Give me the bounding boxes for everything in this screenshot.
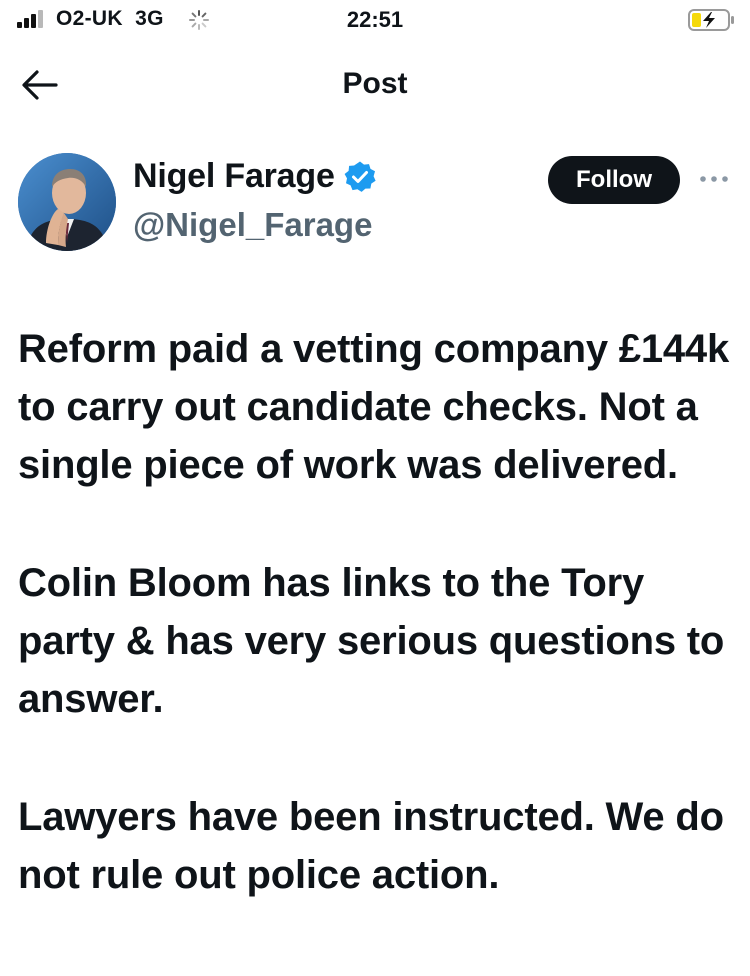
follow-button[interactable]: Follow [548, 156, 680, 204]
name-line: Nigel Farage [133, 157, 377, 196]
status-time: 22:51 [346, 7, 404, 32]
nav-header: Post [0, 60, 750, 110]
battery-charging-icon [688, 9, 734, 31]
status-bar: O2-UK 3G 22:51 [0, 0, 750, 44]
post-paragraph: Colin Bloom has links to the Tory party … [18, 561, 725, 721]
post-paragraph: Reform paid a vetting company £144k to c… [18, 327, 730, 487]
verified-badge-icon [344, 161, 376, 192]
user-handle[interactable]: @Nigel_Farage [133, 206, 372, 244]
author-row: Nigel Farage @Nigel_Farage Follow [0, 152, 750, 252]
post-text: Reform paid a vetting company £144k to c… [18, 320, 738, 964]
avatar[interactable] [18, 153, 116, 251]
post-paragraph: Lawyers have been instructed. We do not … [18, 795, 724, 897]
display-name[interactable]: Nigel Farage [133, 157, 335, 196]
page-title: Post [342, 67, 408, 100]
more-horizontal-icon[interactable] [698, 172, 730, 186]
